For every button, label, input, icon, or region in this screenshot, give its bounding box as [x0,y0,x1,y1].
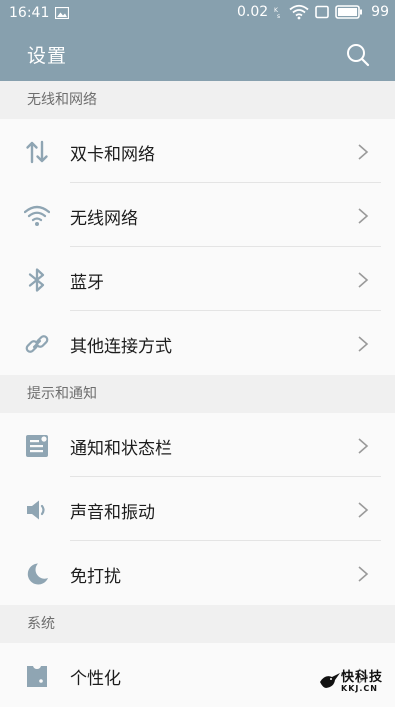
status-bar: 16:41 0.02 K s 99 [0,0,395,28]
chevron-right-icon [358,438,369,454]
chevron-right-icon [358,502,369,518]
settings-item-bluetooth[interactable]: 蓝牙 [0,247,395,311]
watermark-domain: KKJ.CN [341,684,378,693]
app-bar: 设置 [0,28,395,81]
personalization-icon [27,666,47,687]
settings-item-label: 通知和状态栏 [70,439,172,459]
chevron-right-icon [358,566,369,582]
settings-item-label: 蓝牙 [70,273,104,293]
page-title: 设置 [27,45,68,67]
settings-item-label: 免打扰 [70,567,121,587]
battery-level: 99 [371,4,389,20]
watermark-name: 快科技 [341,670,384,685]
settings-item-notification-statusbar[interactable]: 通知和状态栏 [0,413,395,477]
dual-sim-arrows-icon [26,140,48,164]
settings-item-wifi[interactable]: 无线网络 [0,183,395,247]
wifi-icon [24,205,50,226]
settings-item-label: 双卡和网络 [70,145,155,165]
section-header-system: 系统 [0,605,395,643]
settings-item-dual-sim[interactable]: 双卡和网络 [0,119,395,183]
link-icon [25,335,49,353]
settings-item-label: 声音和振动 [70,503,155,523]
network-speed: 0.02 [237,4,269,20]
sim-card-icon [315,5,329,19]
watermark-logo: 快科技 KKJ.CN [319,666,389,696]
chevron-right-icon [358,208,369,224]
wifi-signal-icon [289,4,309,20]
watermark-bird-icon [320,673,340,688]
settings-item-label: 其他连接方式 [70,337,172,357]
notification-icon [26,435,48,457]
settings-list: 无线和网络 双卡和网络 无线网络 蓝牙 其他连接方式 提示和通知 通知和状态栏 … [0,81,395,707]
chevron-right-icon [358,272,369,288]
settings-item-do-not-disturb[interactable]: 免打扰 [0,541,395,605]
settings-item-label: 无线网络 [70,209,138,229]
settings-item-label: 个性化 [70,669,121,689]
section-header-notifications: 提示和通知 [0,375,395,413]
search-icon[interactable] [345,42,371,68]
status-time: 16:41 [9,5,50,21]
bluetooth-icon [28,268,45,292]
speaker-icon [27,500,45,520]
section-notifications: 通知和状态栏 声音和振动 免打扰 [0,413,395,605]
chevron-right-icon [358,144,369,160]
battery-icon [335,5,363,19]
section-wireless: 双卡和网络 无线网络 蓝牙 其他连接方式 [0,119,395,375]
svg-text:s: s [277,13,280,18]
settings-item-other-connections[interactable]: 其他连接方式 [0,311,395,375]
gallery-notification-icon [55,7,69,19]
chevron-right-icon [358,336,369,352]
settings-item-sound-vibration[interactable]: 声音和振动 [0,477,395,541]
moon-icon [27,563,48,585]
status-indicators: 0.02 K s 99 [237,4,389,20]
speed-unit-icon: K s [274,7,280,18]
section-header-wireless: 无线和网络 [0,81,395,119]
